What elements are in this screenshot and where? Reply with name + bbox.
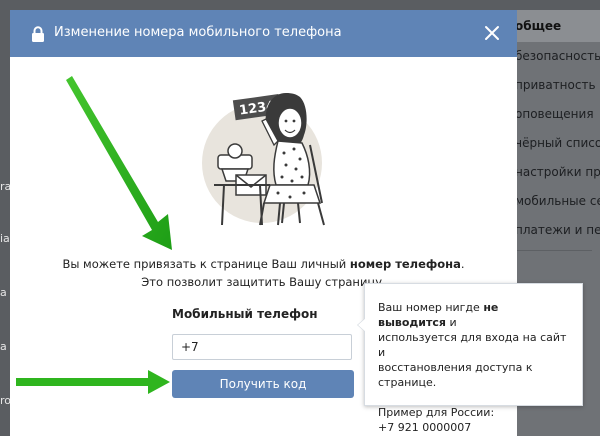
menu-divider (513, 250, 592, 251)
menu-item-blacklist[interactable]: чёрный список (505, 129, 600, 158)
tooltip-example-value: +7 921 0000007 (378, 421, 472, 434)
description-text: Вы можете привязать к странице Ваш личны… (62, 257, 350, 271)
tooltip-line-3: восстановления доступа к странице. (378, 361, 533, 389)
modal-header: Изменение номера мобильного телефона (10, 10, 517, 57)
bg-fragment: a (0, 286, 7, 299)
menu-item-app-settings[interactable]: настройки прило (505, 158, 600, 187)
bg-fragment: ia (0, 232, 10, 245)
phone-field-label: Мобильный телефон (172, 307, 318, 321)
modal-title: Изменение номера мобильного телефона (54, 25, 342, 40)
menu-item-notifications[interactable]: оповещения (505, 100, 600, 129)
menu-item-payments[interactable]: платежи и перев (505, 216, 600, 245)
close-icon[interactable] (483, 24, 501, 42)
phone-illustration: 1234 (202, 93, 325, 226)
tooltip-example-label: Пример для России: (378, 406, 495, 419)
menu-item-privacy[interactable]: приватность (505, 71, 600, 100)
tooltip-text: и (445, 316, 457, 329)
phone-hint-tooltip: Ваш номер нигде не выводится и используе… (357, 283, 583, 434)
menu-item-security[interactable]: безопасность (505, 42, 600, 71)
bg-fragment: a (0, 340, 7, 353)
tooltip-line-1: Ваш номер нигде не выводится и (378, 300, 570, 330)
menu-header[interactable]: общее (505, 10, 600, 42)
phone-input[interactable] (172, 334, 352, 360)
description-line-1: Вы можете привязать к странице Ваш личны… (10, 257, 517, 271)
description-text: . (460, 257, 465, 271)
tooltip-line-2: используется для входа на сайт и (378, 331, 567, 359)
menu-item-mobile-services[interactable]: мобильные серв (505, 187, 600, 216)
get-code-button[interactable]: Получить код (172, 370, 354, 398)
tooltip-text: Ваш номер нигде (378, 301, 484, 314)
lock-icon (32, 26, 44, 42)
description-bold: номер телефона (349, 257, 461, 271)
